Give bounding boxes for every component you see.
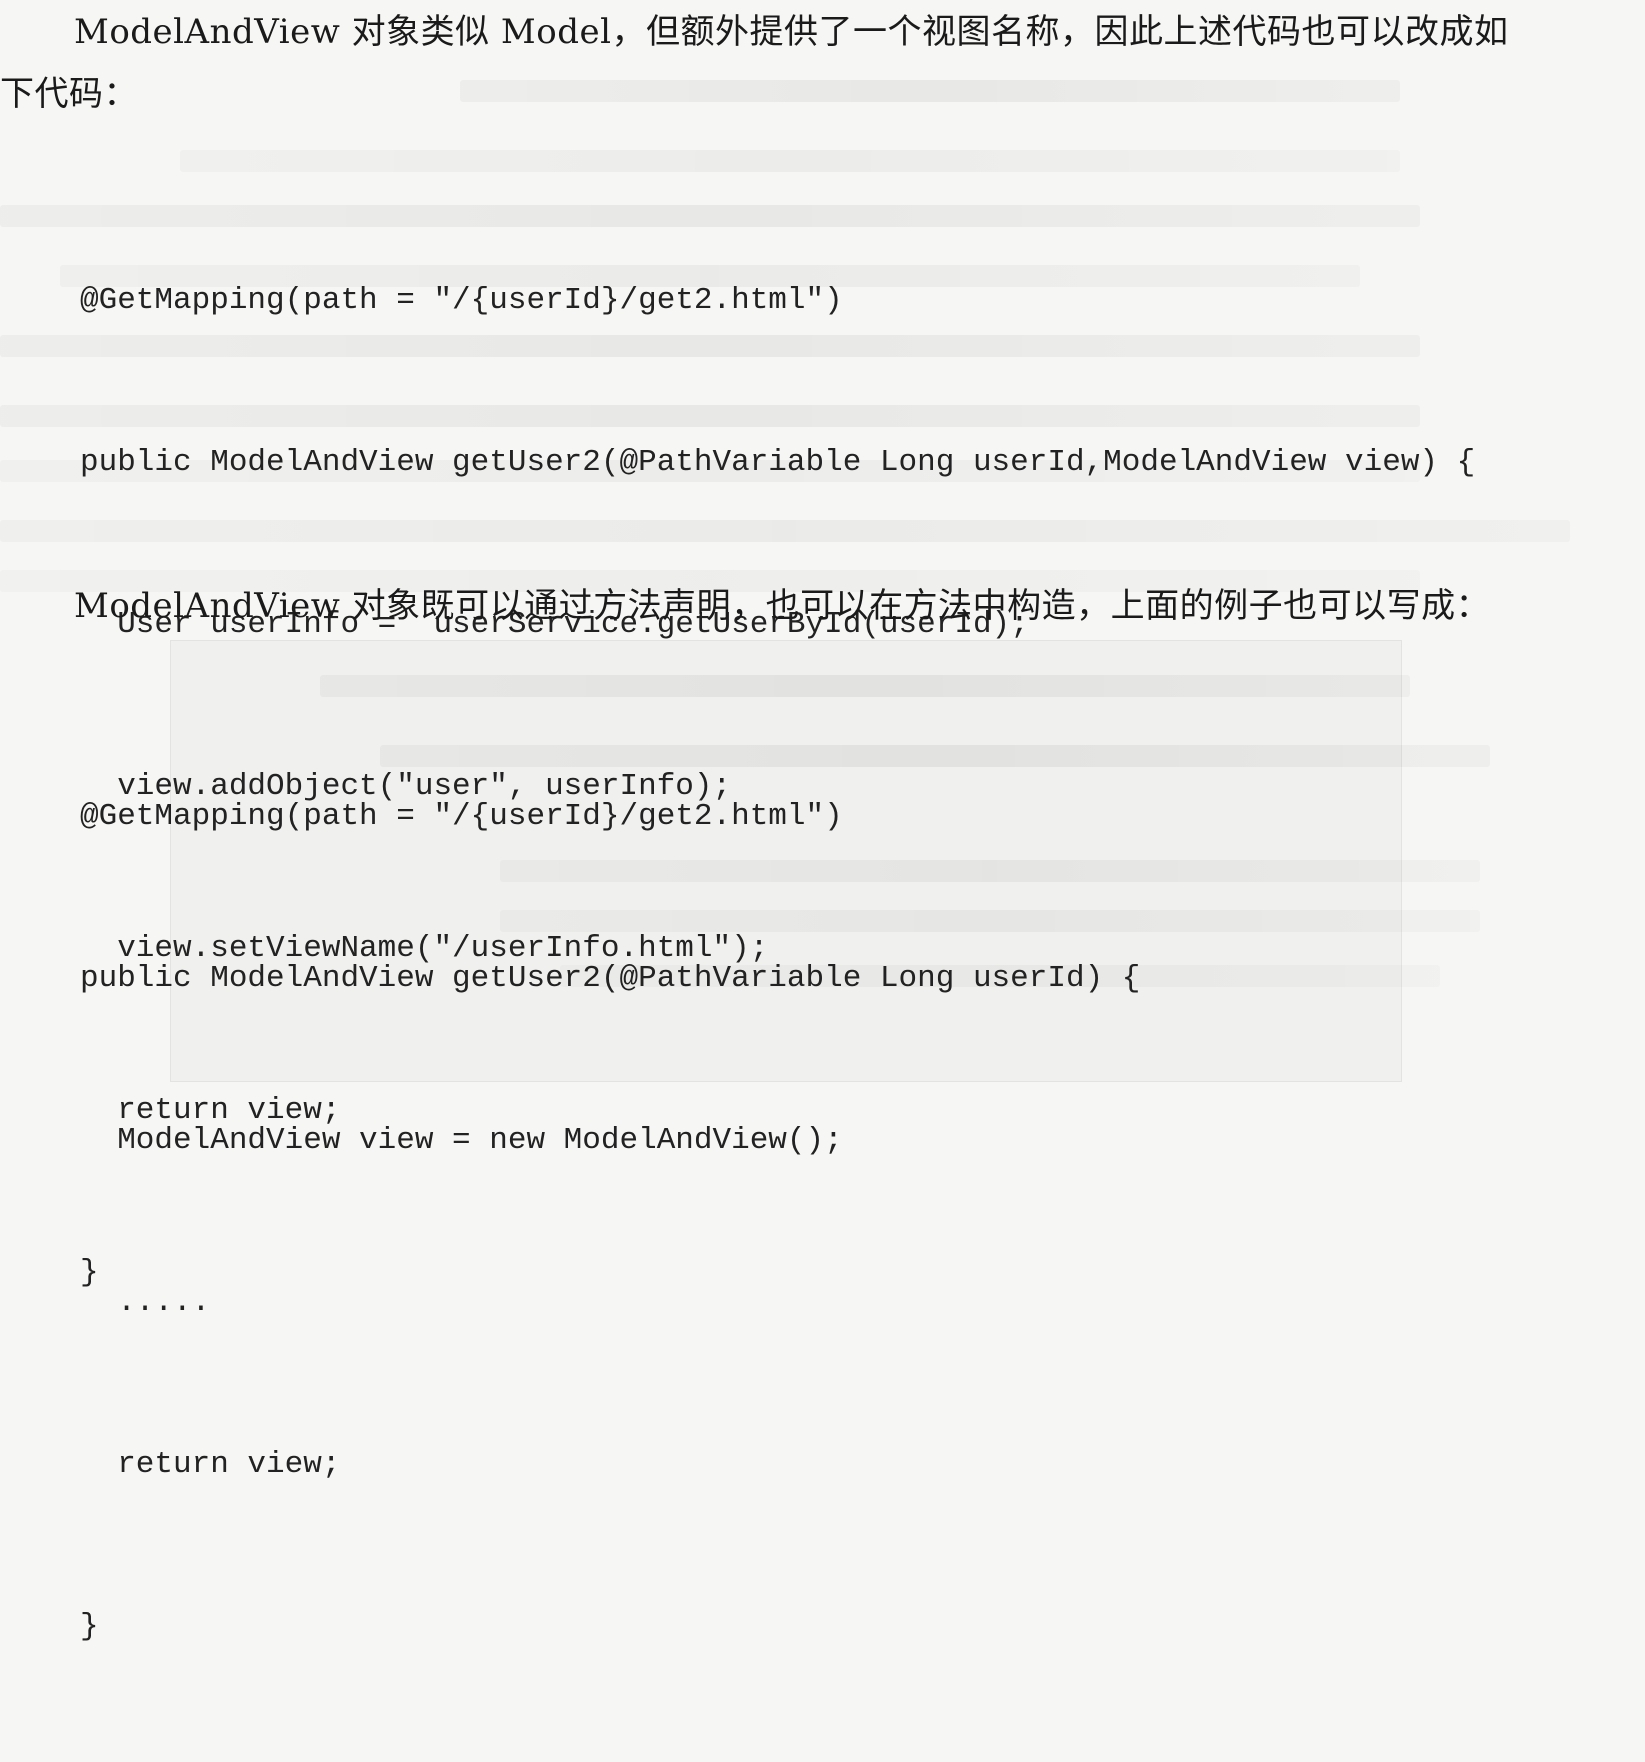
paragraph-construct: ModelAndView 对象既可以通过方法声明，也可以在方法中构造，上面的例子… (74, 586, 1491, 626)
code-line: } (80, 1609, 99, 1644)
code-line: public ModelAndView getUser2(@PathVariab… (80, 961, 1141, 996)
code-line: public ModelAndView getUser2(@PathVariab… (80, 445, 1476, 480)
document-page: ModelAndView 对象类似 Model，但额外提供了一个视图名称，因此上… (0, 0, 1645, 1644)
code-block-2: @GetMapping(path = "/{userId}/get2.html"… (80, 682, 1140, 1762)
code-line: return view; (80, 1447, 341, 1482)
code-line: ModelAndView view = new ModelAndView(); (80, 1123, 843, 1158)
paragraph-intro-line-1: ModelAndView 对象类似 Model，但额外提供了一个视图名称，因此上… (74, 12, 1509, 52)
code-line: ..... (80, 1285, 211, 1320)
paragraph-intro-line-2: 下代码： (0, 74, 138, 114)
code-line: @GetMapping(path = "/{userId}/get2.html"… (80, 799, 843, 834)
code-line: @GetMapping(path = "/{userId}/get2.html"… (80, 283, 843, 318)
